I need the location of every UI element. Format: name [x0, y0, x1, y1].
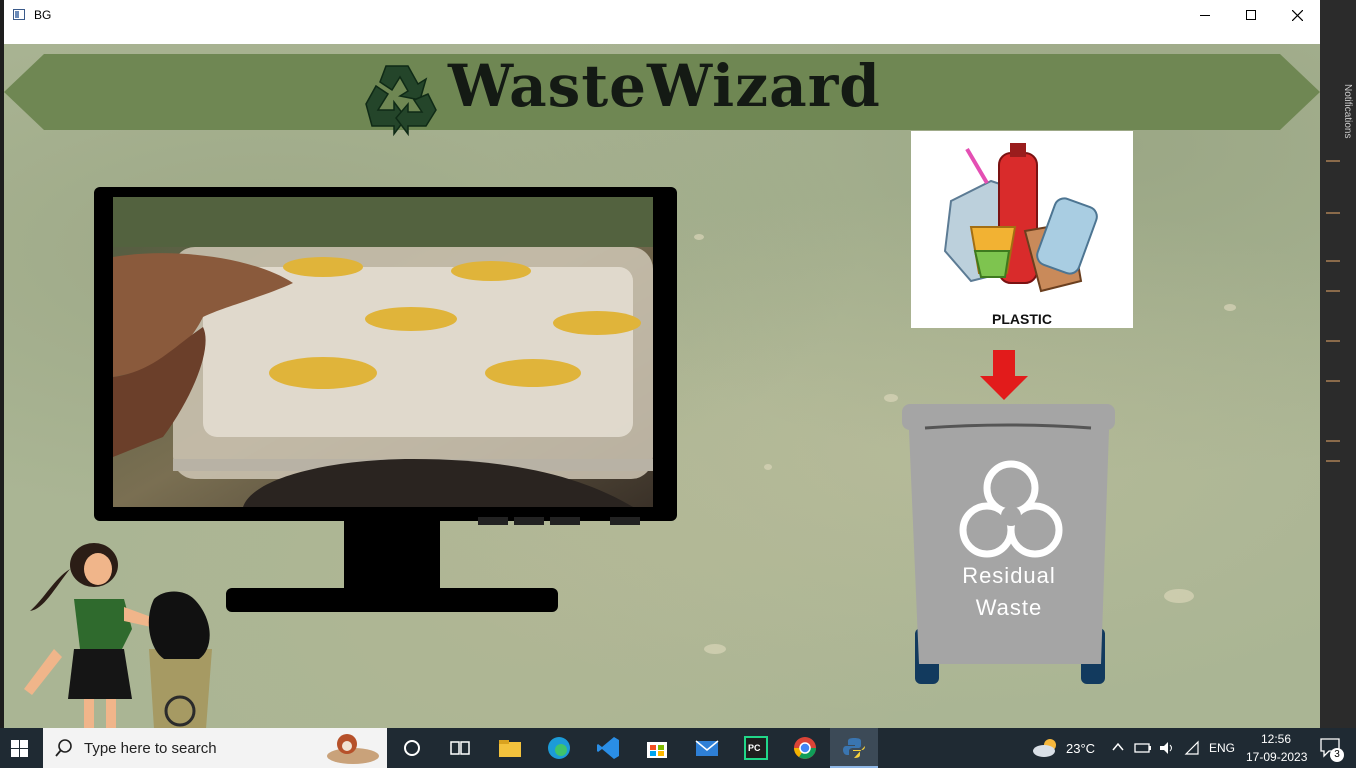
app-title: WasteWizard [448, 52, 881, 120]
taskbar-search-box[interactable]: Type here to search [43, 728, 387, 768]
plastic-category-card: PLASTIC [911, 131, 1133, 328]
chrome-icon[interactable] [793, 736, 817, 760]
file-explorer-icon[interactable] [498, 736, 522, 760]
notification-count-badge: 3 [1330, 748, 1344, 762]
bin-label-line2: Waste [975, 595, 1043, 620]
cortana-icon[interactable] [400, 736, 424, 760]
battery-icon[interactable] [1134, 741, 1152, 755]
language-indicator[interactable]: ENG [1209, 741, 1235, 755]
app-icon [13, 9, 25, 20]
python-icon [843, 738, 865, 758]
windows-start-icon[interactable] [11, 740, 28, 757]
edge-icon[interactable] [547, 736, 571, 760]
close-button[interactable] [1274, 0, 1320, 30]
clock-date[interactable]: 17-09-2023 [1246, 750, 1307, 764]
pycharm-icon[interactable]: PC [744, 736, 768, 760]
weather-cloud-icon[interactable] [1032, 738, 1060, 758]
app-canvas: WasteWizard PLASTIC Residual Waste [4, 44, 1320, 728]
title-bar: BG [4, 0, 1320, 30]
task-view-icon[interactable] [448, 736, 472, 760]
python-app-taskbar-item[interactable] [830, 728, 878, 768]
girl-with-trash-illustration [24, 543, 212, 728]
bin-label: Residual Waste [924, 560, 1094, 624]
close-icon [1292, 10, 1303, 21]
webcam-feed [113, 197, 653, 507]
ms-store-icon[interactable] [645, 736, 669, 760]
minimize-button[interactable] [1182, 0, 1228, 30]
taskbar: Type here to search PC 23°C ENG 12:56 17… [0, 728, 1356, 768]
maximize-button[interactable] [1228, 0, 1274, 30]
app-window: BG WasteWizard PLASTIC Residual Waste [4, 0, 1320, 728]
recycle-icon [365, 65, 437, 137]
volume-icon[interactable] [1158, 740, 1176, 756]
clock-time[interactable]: 12:56 [1261, 732, 1291, 746]
wifi-icon[interactable] [1184, 740, 1200, 756]
svg-text:PC: PC [748, 743, 761, 753]
down-arrow-icon [980, 350, 1028, 400]
notifications-label[interactable]: Notifications [1342, 84, 1353, 138]
search-icon [55, 739, 72, 757]
vscode-icon[interactable] [596, 736, 620, 760]
webcam-frame-image [113, 197, 653, 507]
category-label: PLASTIC [992, 311, 1052, 327]
red-panda-search-highlight-icon [327, 734, 379, 764]
weather-temperature[interactable]: 23°C [1066, 741, 1095, 756]
residual-waste-bin [902, 350, 1115, 684]
ide-side-panel: Notifications [1320, 0, 1356, 728]
mail-icon[interactable] [695, 736, 719, 760]
window-title: BG [34, 8, 52, 22]
bin-label-line1: Residual [962, 563, 1056, 588]
chevron-up-icon[interactable] [1112, 742, 1124, 752]
plastic-items-image [943, 143, 1098, 293]
search-placeholder: Type here to search [84, 740, 217, 757]
